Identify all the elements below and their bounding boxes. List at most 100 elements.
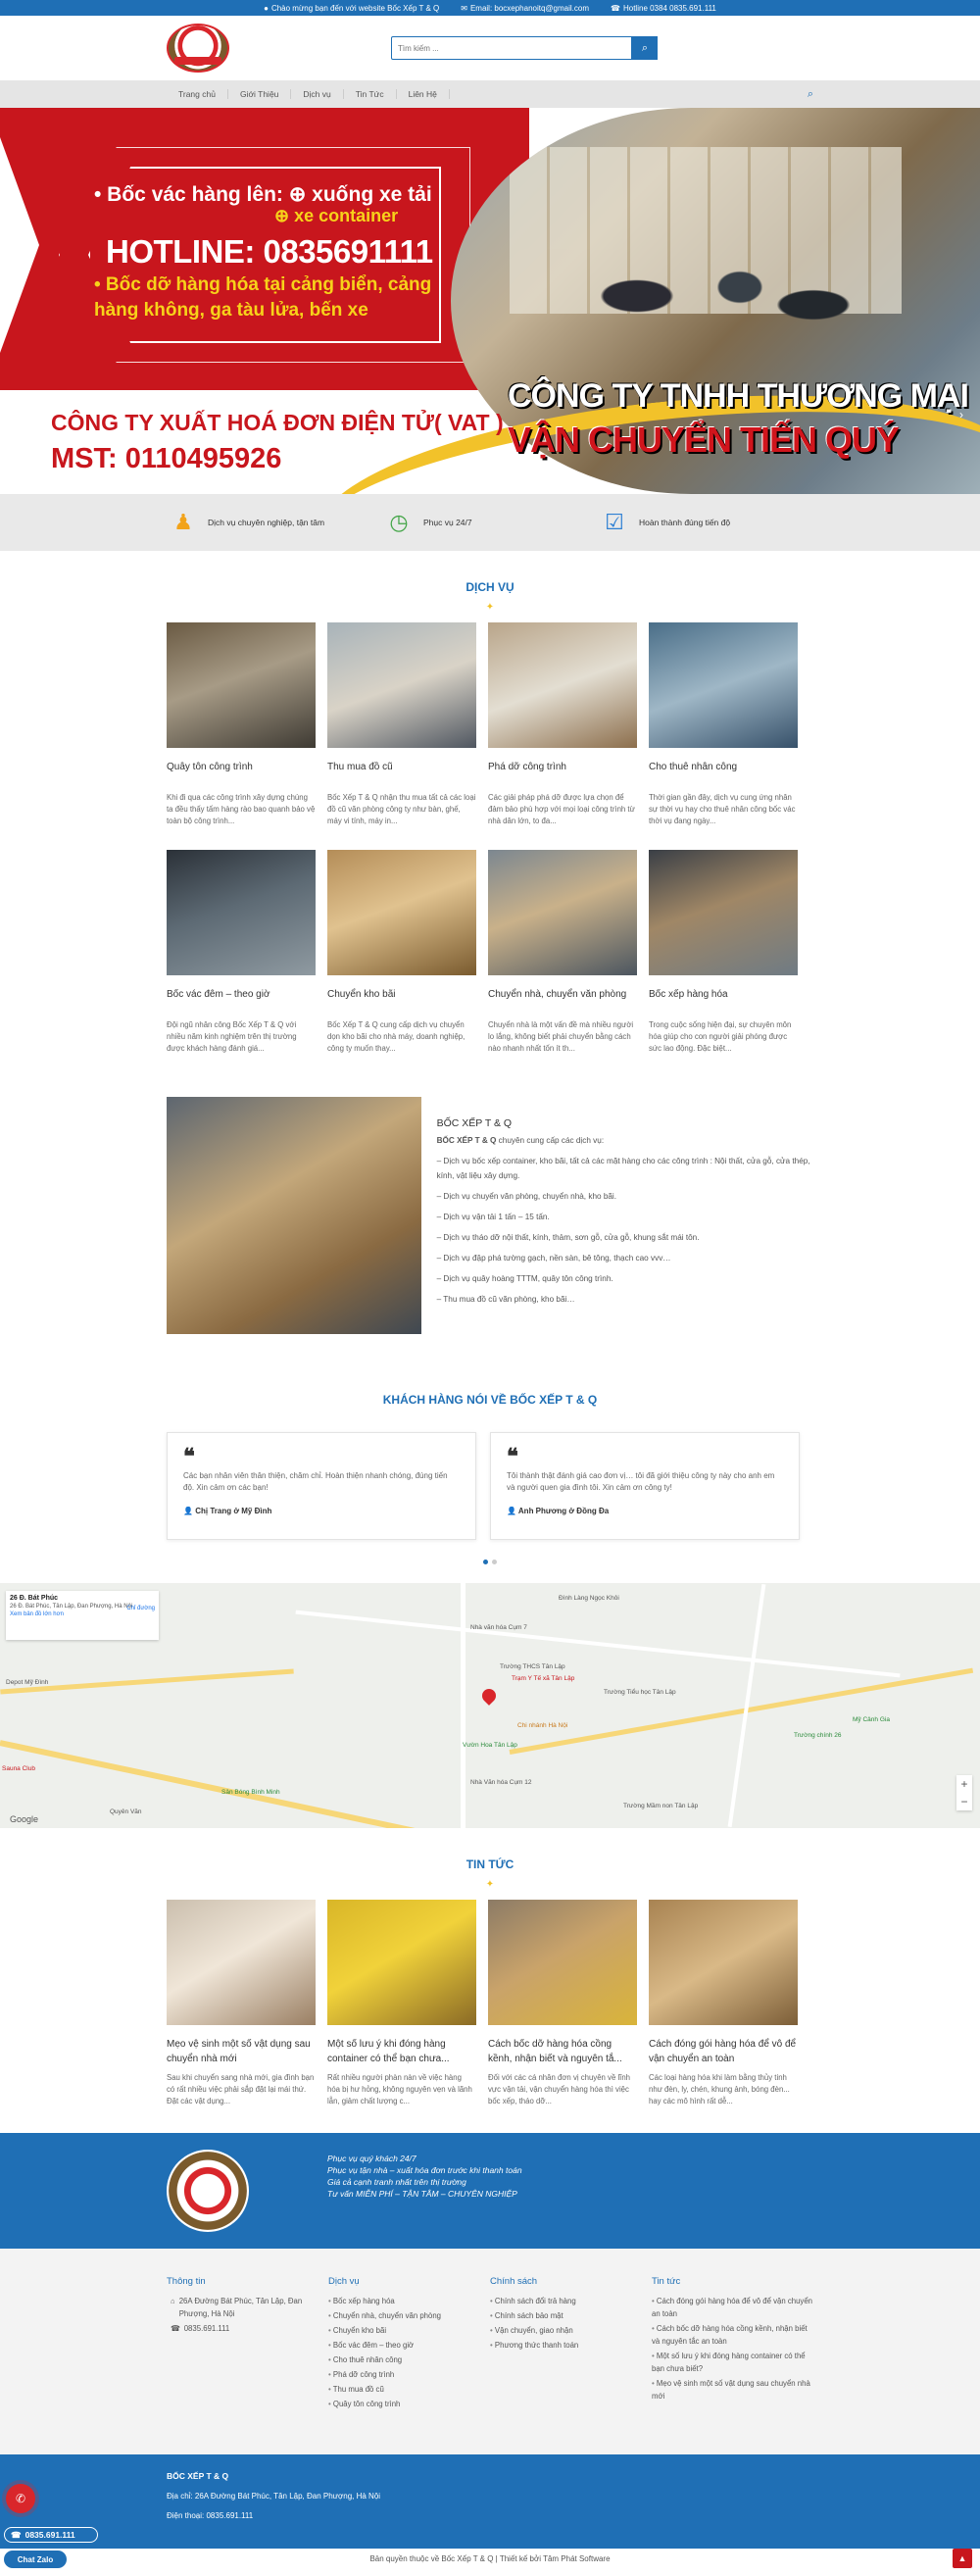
news-title[interactable]: Cách bốc dỡ hàng hóa cồng kềnh, nhận biế… — [488, 2037, 637, 2066]
search-button[interactable]: ⌕ — [632, 36, 658, 60]
news-image[interactable] — [649, 1900, 798, 2025]
service-title[interactable]: Bốc vác đêm – theo giờ — [167, 989, 316, 1000]
news-card[interactable]: Cách bốc dỡ hàng hóa cồng kềnh, nhận biế… — [488, 1900, 637, 2107]
news-image[interactable] — [488, 1900, 637, 2025]
phone-icon: ☎ — [171, 2324, 180, 2333]
footer-link[interactable]: Bốc vác đêm – theo giờ — [328, 2339, 490, 2352]
service-image[interactable] — [488, 622, 637, 748]
phone-pill[interactable]: ☎ 0835.691.111 — [4, 2527, 98, 2543]
hotline-text[interactable]: ☎ Hotline 0384 0835.691.111 — [611, 4, 716, 13]
footer-link[interactable]: Thu mua đồ cũ — [328, 2383, 490, 2396]
service-card[interactable]: Cho thuê nhân công Thời gian gần đây, dịc… — [649, 622, 798, 836]
site-logo[interactable] — [167, 24, 229, 73]
footer-link[interactable]: Phá dỡ công trình — [328, 2368, 490, 2381]
phone-icon: ✆ — [15, 2492, 26, 2505]
service-title[interactable]: Chuyển nhà, chuyển văn phòng — [488, 989, 637, 1000]
news-image[interactable] — [327, 1900, 476, 2025]
zoom-in-button[interactable]: + — [956, 1775, 972, 1793]
service-image[interactable] — [167, 850, 316, 975]
footer-link[interactable]: Bốc xếp hàng hóa — [328, 2295, 490, 2307]
footer-news: Tin tức Cách đóng gói hàng hóa để vô để … — [652, 2276, 813, 2412]
service-image[interactable] — [649, 850, 798, 975]
banner-workers-image — [578, 225, 872, 402]
service-title[interactable]: Chuyển kho bãi — [327, 989, 476, 1000]
checklist-icon: ☑ — [605, 510, 624, 534]
nav-item-contact[interactable]: Liên Hệ — [397, 89, 450, 99]
service-image[interactable] — [488, 850, 637, 975]
map-label: Trường Tiểu học Tân Lập — [604, 1689, 676, 1696]
footer-link[interactable]: Cho thuê nhân công — [328, 2353, 490, 2366]
back-to-top-button[interactable]: ▲ — [953, 2549, 972, 2568]
nav-item-services[interactable]: Dịch vụ — [291, 89, 344, 99]
service-title[interactable]: Thu mua đồ cũ — [327, 762, 476, 772]
service-title[interactable]: Quây tôn công trình — [167, 762, 316, 772]
about-image — [167, 1097, 421, 1334]
service-card[interactable]: Chuyển nhà, chuyển văn phòng Chuyển nhà l… — [488, 850, 637, 1064]
service-card[interactable]: Bốc vác đêm – theo giờ Đội ngũ nhân công … — [167, 850, 316, 1064]
slider-dot[interactable] — [492, 1560, 497, 1564]
service-desc: Bốc Xếp T & Q cung cấp dịch vụ chuyển dọ… — [327, 1020, 466, 1053]
zalo-chat-button[interactable]: Chat Zalo — [4, 2551, 67, 2568]
nav-search-icon[interactable]: ⌕ — [808, 88, 813, 101]
footer-link[interactable]: Chuyển kho bãi — [328, 2324, 490, 2337]
footer-link[interactable]: Vận chuyển, giao nhận — [490, 2324, 652, 2337]
footer-services-title: Dịch vụ — [328, 2276, 360, 2287]
service-image[interactable] — [167, 622, 316, 748]
larger-map-link[interactable]: Xem bản đồ lớn hơn — [10, 1611, 64, 1617]
nav-item-news[interactable]: Tin Tức — [344, 89, 397, 99]
service-image[interactable] — [649, 622, 798, 748]
service-card[interactable]: Bốc xếp hàng hóa Trong cuộc sống hiện đại… — [649, 850, 798, 1064]
footer-link[interactable]: Chuyển nhà, chuyển văn phòng — [328, 2309, 490, 2322]
footer-link[interactable]: Quây tôn công trình — [328, 2398, 490, 2410]
map-pin-icon[interactable] — [479, 1686, 499, 1706]
about-intro: BỐC XẾP T & Q chuyên cung cấp các dịch v… — [436, 1136, 605, 1145]
service-card[interactable]: Thu mua đồ cũ Bốc Xếp T & Q nhận thu mua … — [327, 622, 476, 836]
service-title[interactable]: Bốc xếp hàng hóa — [649, 989, 798, 1000]
footer-link[interactable]: Một số lưu ý khi đóng hàng container có … — [652, 2350, 813, 2375]
footer-link[interactable]: Phương thức thanh toán — [490, 2339, 652, 2352]
slider-dot[interactable] — [483, 1560, 488, 1564]
email-text[interactable]: ✉ Email: bocxephanoitq@gmail.com — [461, 4, 589, 13]
news-title[interactable]: Cách đóng gói hàng hóa để vô để vận chuy… — [649, 2037, 798, 2066]
footer-link[interactable]: Cách đóng gói hàng hóa để vô để vận chuy… — [652, 2295, 813, 2320]
service-desc: Các giải pháp phá dỡ được lựa chọn để đả… — [488, 793, 635, 825]
service-title[interactable]: Phá dỡ công trình — [488, 762, 637, 772]
pin-icon: ● — [264, 3, 269, 13]
service-card[interactable]: Chuyển kho bãi Bốc Xếp T & Q cung cấp dịc… — [327, 850, 476, 1064]
call-button[interactable]: ✆ — [6, 2484, 35, 2513]
map-label: Sauna Club — [2, 1765, 35, 1772]
service-desc: Thời gian gần đây, dịch vụ cung ứng nhân… — [649, 793, 796, 825]
service-image[interactable] — [327, 850, 476, 975]
phone-icon: ☎ — [11, 2529, 22, 2540]
footer-link[interactable]: Chính sách bảo mật — [490, 2309, 652, 2322]
footer-link[interactable]: Chính sách đổi trả hàng — [490, 2295, 652, 2307]
service-card[interactable]: Quây tôn công trình Khi đi qua các công t… — [167, 622, 316, 836]
news-card[interactable]: Mẹo vệ sinh một số vật dụng sau chuyển n… — [167, 1900, 316, 2107]
promo-item: Phục vụ quý khách 24/7 — [327, 2154, 416, 2163]
footer-link[interactable]: Cách bốc dỡ hàng hóa cồng kềnh, nhận biế… — [652, 2322, 813, 2348]
worker-icon: ♟ — [173, 510, 193, 534]
map-label: Trường THCS Tân Lập — [500, 1663, 565, 1670]
news-card[interactable]: Một số lưu ý khi đóng hàng container có … — [327, 1900, 476, 2107]
footer-link[interactable]: Mẹo vệ sinh một số vật dụng sau chuyển n… — [652, 2377, 813, 2403]
slider-prev-button[interactable]: ‹ — [12, 404, 25, 425]
news-title[interactable]: Một số lưu ý khi đóng hàng container có … — [327, 2037, 476, 2066]
map-label: Depot Mỹ Đình — [6, 1679, 49, 1686]
nav-item-home[interactable]: Trang chủ — [167, 89, 228, 99]
zoom-out-button[interactable]: − — [956, 1793, 972, 1810]
news-image[interactable] — [167, 1900, 316, 2025]
news-card[interactable]: Cách đóng gói hàng hóa để vô để vận chuy… — [649, 1900, 798, 2107]
service-title[interactable]: Cho thuê nhân công — [649, 762, 798, 772]
directions-link[interactable]: Chỉ đường — [126, 1605, 155, 1612]
testimonial-card: ❝ Tôi thành thật đánh giá cao đơn vị… tô… — [490, 1432, 800, 1540]
service-card[interactable]: Phá dỡ công trình Các giải pháp phá dỡ đư… — [488, 622, 637, 836]
service-image[interactable] — [327, 622, 476, 748]
search-input[interactable] — [391, 36, 632, 60]
title-divider-icon: ✦ — [485, 1879, 495, 1890]
footer-phone[interactable]: ☎ 0835.691.111 — [167, 2322, 328, 2335]
news-title[interactable]: Mẹo vệ sinh một số vật dụng sau chuyển n… — [167, 2037, 316, 2066]
home-icon: ⌂ — [171, 2297, 175, 2305]
nav-item-about[interactable]: Giới Thiệu — [228, 89, 292, 99]
google-map[interactable]: Đình Làng Ngọc Khôi Nhà văn hóa Cụm 7 Tr… — [0, 1583, 980, 1828]
slider-next-button[interactable]: › — [955, 404, 968, 425]
